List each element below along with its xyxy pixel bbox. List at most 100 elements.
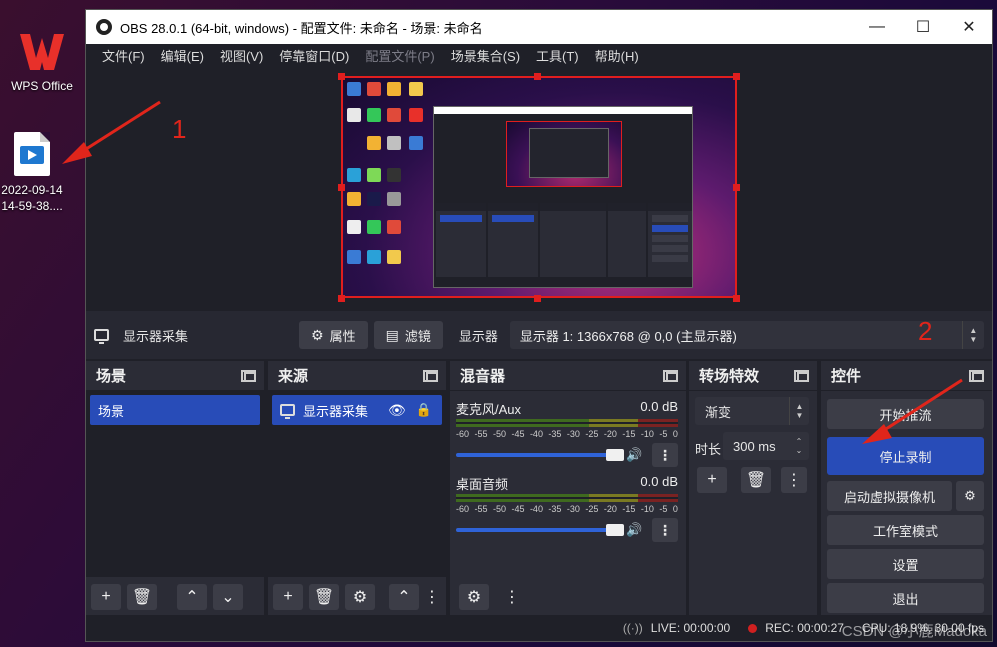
studio-mode-button[interactable]: 工作室模式: [827, 515, 984, 545]
add-transition-button[interactable]: +: [697, 467, 727, 493]
resize-handle[interactable]: [338, 184, 345, 191]
display-select[interactable]: 显示器 1: 1366x768 @ 0,0 (主显示器) ▲ ▼: [509, 321, 984, 349]
resize-handle[interactable]: [534, 73, 541, 80]
close-button[interactable]: ✕: [946, 10, 992, 44]
source-item[interactable]: 显示器采集 👁 🔒: [272, 395, 442, 425]
gear-icon: ⚙: [311, 326, 324, 343]
scenes-dock: 场景 场景 + 🗑 ⌃ ⌄: [86, 361, 264, 617]
stop-recording-button[interactable]: 停止录制: [827, 437, 984, 475]
menu-profile[interactable]: 配置文件(P): [357, 46, 442, 65]
add-source-button[interactable]: +: [273, 584, 303, 610]
scene-item[interactable]: 场景: [90, 395, 260, 425]
undock-icon[interactable]: [794, 369, 809, 382]
properties-button[interactable]: ⚙ 属性: [299, 321, 368, 349]
start-streaming-button[interactable]: 开始推流: [827, 399, 984, 429]
meter-ticks: -60 -55 -50 -45 -40 -35 -30 -25 -20 -15 -10 -5 0: [456, 504, 678, 514]
preview-source[interactable]: [341, 76, 737, 298]
studio-mode-label: 工作室模式: [872, 523, 938, 539]
undock-icon[interactable]: [241, 369, 256, 382]
menu-docks[interactable]: 停靠窗口(D): [271, 46, 357, 65]
menu-view[interactable]: 视图(V): [212, 46, 271, 65]
volume-meter: [456, 419, 678, 427]
chevron-updown-icon: ⌃ ⌄: [795, 437, 803, 455]
resize-handle[interactable]: [733, 184, 740, 191]
speaker-icon[interactable]: 🔊: [626, 522, 644, 538]
mixer-dock: 混音器 麦克风/Aux 0.0 dB -60 -55 -50 -45 -40 -35 -30…: [450, 361, 686, 617]
volume-slider[interactable]: [456, 524, 624, 536]
kebab-menu-icon[interactable]: ⋮: [652, 518, 678, 542]
resize-handle[interactable]: [534, 295, 541, 302]
wps-logo-icon: [16, 28, 68, 76]
resize-handle[interactable]: [733, 73, 740, 80]
undock-icon[interactable]: [969, 369, 984, 382]
watermark: CSDN @小鹿Madoka: [841, 623, 987, 640]
desktop-icon-video-file[interactable]: 2022-09-14 14-59-38....: [0, 132, 74, 214]
transition-select[interactable]: 渐变 ▲ ▼: [695, 397, 809, 425]
sources-title: 来源: [278, 368, 309, 385]
slider-handle[interactable]: [606, 449, 624, 461]
virtual-camera-settings-button[interactable]: ⚙: [956, 481, 984, 511]
transitions-body: 渐变 ▲ ▼ 时长 300 ms ⌃ ⌄ + 🗑 ⋮: [689, 391, 817, 617]
meter-ticks: -60 -55 -50 -45 -40 -35 -30 -25 -20 -15 -10 -5 0: [456, 429, 678, 439]
volume-meter: [456, 494, 678, 502]
undock-icon[interactable]: [663, 369, 678, 382]
menu-edit[interactable]: 编辑(E): [153, 46, 212, 65]
properties-label: 属性: [329, 328, 356, 344]
mixer-track: 麦克风/Aux 0.0 dB -60 -55 -50 -45 -40 -35 -30 -25-…: [450, 399, 686, 471]
eye-icon[interactable]: 👁: [388, 402, 406, 419]
gear-icon: ⚙: [964, 488, 976, 503]
resize-handle[interactable]: [338, 295, 345, 302]
start-virtual-camera-button[interactable]: 启动虚拟摄像机: [827, 481, 952, 511]
kebab-menu-icon[interactable]: ⋮: [652, 443, 678, 467]
gear-icon[interactable]: ⚙: [345, 584, 375, 610]
transition-select-value: 渐变: [705, 404, 732, 420]
exit-button[interactable]: 退出: [827, 583, 984, 613]
trash-icon[interactable]: 🗑: [741, 467, 771, 493]
duration-value: 300 ms: [733, 438, 776, 454]
kebab-menu-icon[interactable]: ⋮: [781, 467, 807, 493]
add-scene-button[interactable]: +: [91, 584, 121, 610]
trash-icon[interactable]: 🗑: [127, 584, 157, 610]
start-streaming-label: 开始推流: [879, 407, 932, 423]
settings-button[interactable]: 设置: [827, 549, 984, 579]
maximize-button[interactable]: ☐: [900, 10, 946, 44]
volume-slider[interactable]: [456, 449, 624, 461]
resize-handle[interactable]: [733, 295, 740, 302]
menu-scene-collection[interactable]: 场景集合(S): [443, 46, 528, 65]
display-select-value: 显示器 1: 1366x768 @ 0,0 (主显示器): [519, 328, 737, 344]
display-label: 显示器: [458, 328, 498, 344]
transitions-title: 转场特效: [699, 368, 760, 385]
record-dot-icon: [748, 623, 758, 633]
desktop-icon-label: 14-59-38....: [1, 199, 63, 213]
window-title: OBS 28.0.1 (64-bit, windows) - 配置文件: 未命名…: [120, 20, 483, 36]
kebab-menu-icon[interactable]: ⋮: [424, 584, 440, 610]
lock-icon[interactable]: 🔒: [416, 402, 432, 418]
move-down-button[interactable]: ⌄: [213, 584, 243, 610]
move-up-button[interactable]: ⌃: [389, 584, 419, 610]
start-virtual-camera-label: 启动虚拟摄像机: [843, 489, 935, 505]
undock-icon[interactable]: [423, 369, 438, 382]
obs-window: OBS 28.0.1 (64-bit, windows) - 配置文件: 未命名…: [85, 9, 993, 642]
advanced-audio-settings-button[interactable]: ⚙: [459, 584, 489, 610]
obs-logo-icon: [96, 19, 112, 35]
menu-file[interactable]: 文件(F): [94, 46, 153, 65]
kebab-menu-icon[interactable]: ⋮: [504, 584, 520, 610]
speaker-icon[interactable]: 🔊: [626, 447, 644, 463]
desktop-icon-wps[interactable]: WPS Office: [0, 28, 84, 94]
move-up-button[interactable]: ⌃: [177, 584, 207, 610]
duration-label: 时长: [695, 442, 722, 457]
trash-icon[interactable]: 🗑: [309, 584, 339, 610]
stop-recording-label: 停止录制: [879, 449, 932, 465]
menu-help[interactable]: 帮助(H): [587, 46, 647, 65]
exit-label: 退出: [892, 591, 919, 607]
mixer-track: 桌面音频 0.0 dB -60 -55 -50 -45 -40 -35 -30 -25 -20-…: [450, 474, 686, 546]
resize-handle[interactable]: [338, 73, 345, 80]
scene-item-label: 场景: [98, 403, 125, 419]
filters-button[interactable]: ▤ 滤镜: [373, 321, 443, 349]
minimize-button[interactable]: —: [854, 10, 900, 44]
duration-spinbox[interactable]: 300 ms ⌃ ⌄: [723, 432, 809, 460]
menu-tools[interactable]: 工具(T): [528, 46, 587, 65]
settings-label: 设置: [892, 557, 919, 573]
slider-handle[interactable]: [606, 524, 624, 536]
preview-area[interactable]: [86, 67, 992, 311]
